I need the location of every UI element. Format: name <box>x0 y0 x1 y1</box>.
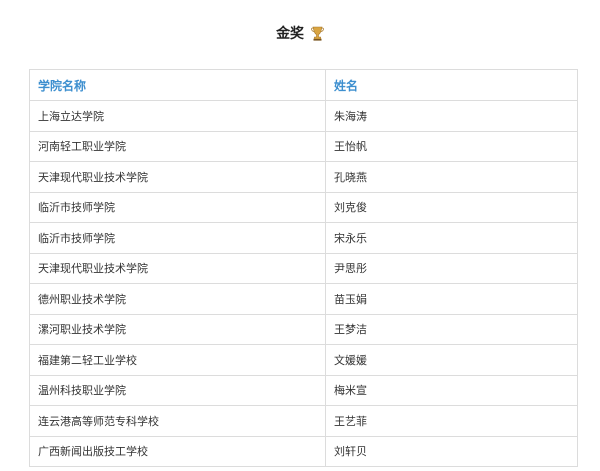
table-row: 福建第二轻工业学校 文媛媛 <box>29 344 578 376</box>
awards-table: 学院名称 姓名 上海立达学院 朱海涛 河南轻工职业学院 王怡帆 天津现代职业技术… <box>29 69 578 467</box>
table-row: 临沂市技师学院 宋永乐 <box>29 222 578 254</box>
table-row: 德州职业技术学院 苗玉娟 <box>29 283 578 315</box>
name-cell: 文媛媛 <box>325 344 578 376</box>
table-row: 连云港高等师范专科学校 王艺菲 <box>29 405 578 437</box>
name-cell: 尹思彤 <box>325 252 578 284</box>
page-title-text: 金奖 <box>276 26 305 42</box>
college-cell: 福建第二轻工业学校 <box>29 344 326 376</box>
college-cell: 漯河职业技术学院 <box>29 313 326 345</box>
table-row: 广西新闻出版技工学校 刘轩贝 <box>29 435 578 467</box>
name-cell: 宋永乐 <box>325 222 578 254</box>
name-cell: 苗玉娟 <box>325 283 578 315</box>
table-row: 天津现代职业技术学院 尹思彤 <box>29 252 578 284</box>
name-cell: 梅米宣 <box>325 374 578 406</box>
name-cell: 王艺菲 <box>325 405 578 437</box>
college-cell: 天津现代职业技术学院 <box>29 161 326 193</box>
college-cell: 温州科技职业学院 <box>29 374 326 406</box>
college-cell: 德州职业技术学院 <box>29 283 326 315</box>
table-row: 温州科技职业学院 梅米宣 <box>29 374 578 406</box>
college-cell: 河南轻工职业学院 <box>29 130 326 162</box>
name-cell: 王梦洁 <box>325 313 578 345</box>
table-row: 上海立达学院 朱海涛 <box>29 100 578 132</box>
column-header-college: 学院名称 <box>29 69 326 101</box>
name-cell: 孔晓燕 <box>325 161 578 193</box>
trophy-icon <box>311 26 324 47</box>
table-header-row: 学院名称 姓名 <box>29 69 578 101</box>
college-cell: 上海立达学院 <box>29 100 326 132</box>
college-cell: 天津现代职业技术学院 <box>29 252 326 284</box>
name-cell: 朱海涛 <box>325 100 578 132</box>
name-cell: 王怡帆 <box>325 130 578 162</box>
name-cell: 刘轩贝 <box>325 435 578 467</box>
college-cell: 临沂市技师学院 <box>29 191 326 223</box>
college-cell: 连云港高等师范专科学校 <box>29 405 326 437</box>
table-row: 临沂市技师学院 刘克俊 <box>29 191 578 223</box>
column-header-name: 姓名 <box>325 69 578 101</box>
name-cell: 刘克俊 <box>325 191 578 223</box>
table-row: 河南轻工职业学院 王怡帆 <box>29 130 578 162</box>
table-row: 漯河职业技术学院 王梦洁 <box>29 313 578 345</box>
college-cell: 临沂市技师学院 <box>29 222 326 254</box>
page-title: 金奖 <box>0 24 600 47</box>
table-row: 天津现代职业技术学院 孔晓燕 <box>29 161 578 193</box>
college-cell: 广西新闻出版技工学校 <box>29 435 326 467</box>
